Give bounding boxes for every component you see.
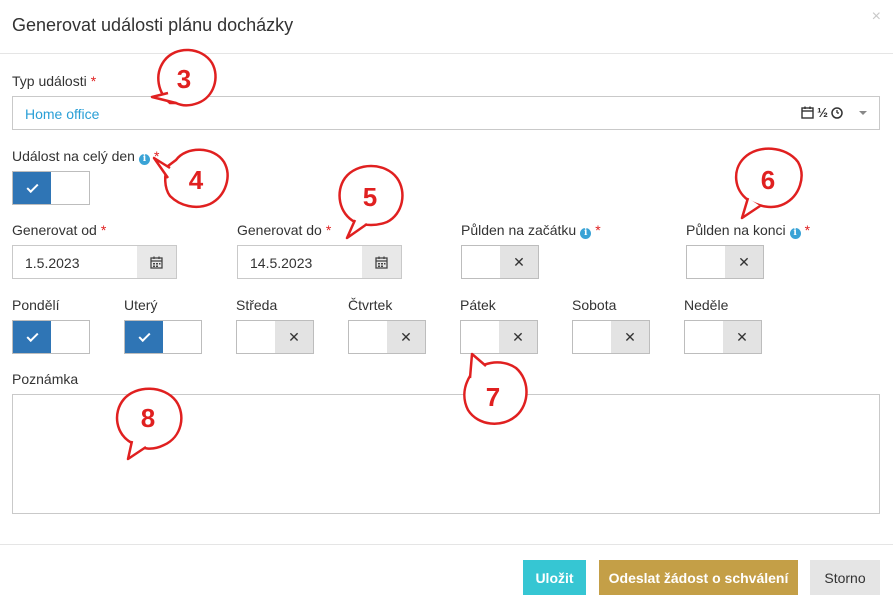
date-from-label-text: Generovat od [12, 222, 97, 238]
event-type-select[interactable]: Home office ½ [12, 96, 880, 130]
callout-4-number: 4 [189, 165, 204, 195]
event-type-icons: ½ [801, 105, 843, 120]
cancel-button[interactable]: Storno [810, 560, 880, 595]
callout-3-number: 3 [177, 64, 191, 94]
required-mark: * [595, 222, 601, 238]
calendar-icon [150, 256, 163, 269]
event-type-label: Typ události * [12, 73, 96, 89]
save-button[interactable]: Uložit [523, 560, 586, 595]
day-label-wednesday: Středa [236, 297, 278, 313]
half-day-start-label-text: Půlden na začátku [461, 222, 577, 238]
day-toggle-sunday[interactable]: ✕ [684, 320, 762, 354]
calendar-icon [801, 106, 814, 119]
half-day-end-label-text: Půlden na konci [686, 222, 786, 238]
day-toggle-thursday[interactable]: ✕ [348, 320, 426, 354]
callout-6: 6 [728, 144, 808, 224]
close-icon: ✕ [725, 246, 763, 278]
close-icon: ✕ [387, 321, 425, 353]
date-from-calendar-button[interactable] [137, 245, 177, 279]
dialog-title: Generovat události plánu docházky [12, 15, 294, 35]
day-toggle-wednesday[interactable]: ✕ [236, 320, 314, 354]
required-mark: * [153, 148, 160, 164]
date-from-label: Generovat od * [12, 222, 106, 238]
day-toggle-friday[interactable]: ✕ [460, 320, 538, 354]
day-label-tuesday: Uterý [124, 297, 158, 313]
required-mark: * [90, 73, 97, 89]
close-icon[interactable]: × [872, 8, 881, 26]
day-label-sunday: Neděle [684, 297, 729, 313]
date-from-value: 1.5.2023 [25, 255, 80, 271]
half-day-end-toggle[interactable]: ✕ [686, 245, 764, 279]
info-icon[interactable]: i [138, 154, 150, 165]
close-icon: ✕ [500, 246, 538, 278]
day-toggle-tuesday[interactable] [124, 320, 202, 354]
info-icon[interactable]: i [580, 228, 592, 239]
required-mark: * [100, 222, 107, 238]
clock-icon [831, 106, 843, 119]
all-day-label: Událost na celý den i * [12, 148, 159, 165]
all-day-toggle[interactable] [12, 171, 90, 205]
day-label-monday: Pondělí [12, 297, 60, 313]
date-to-label: Generovat do * [237, 222, 331, 238]
callout-5: 5 [333, 162, 408, 242]
footer-divider [0, 544, 893, 545]
half-day-icon: ½ [817, 105, 828, 120]
note-label: Poznámka [12, 371, 79, 387]
half-day-end-label: Půlden na konci i * [686, 222, 810, 239]
date-to-input[interactable]: 14.5.2023 [237, 245, 363, 279]
note-textarea[interactable] [12, 394, 880, 514]
day-toggle-saturday[interactable]: ✕ [572, 320, 650, 354]
date-to-calendar-button[interactable] [362, 245, 402, 279]
half-day-start-label: Půlden na začátku i * [461, 222, 601, 239]
close-icon: ✕ [499, 321, 537, 353]
date-to-label-text: Generovat do [237, 222, 322, 238]
callout-5-number: 5 [363, 182, 377, 212]
header-divider [0, 53, 893, 54]
callout-6-number: 6 [761, 165, 775, 195]
event-type-label-text: Typ události [12, 73, 87, 89]
chevron-down-icon[interactable] [859, 111, 867, 115]
day-label-saturday: Sobota [572, 297, 617, 313]
close-icon: ✕ [723, 321, 761, 353]
day-label-thursday: Čtvrtek [348, 297, 393, 313]
callout-4: 4 [152, 144, 232, 214]
calendar-icon [375, 256, 388, 269]
send-for-approval-button[interactable]: Odeslat žádost o schválení [599, 560, 798, 595]
event-type-value: Home office [25, 106, 100, 122]
close-icon: ✕ [275, 321, 313, 353]
required-mark: * [325, 222, 332, 238]
day-label-friday: Pátek [460, 297, 496, 313]
check-icon [13, 172, 51, 204]
close-icon: ✕ [611, 321, 649, 353]
required-mark: * [804, 222, 811, 238]
info-icon[interactable]: i [789, 228, 801, 239]
date-from-input[interactable]: 1.5.2023 [12, 245, 138, 279]
date-to-value: 14.5.2023 [250, 255, 313, 271]
check-icon [125, 321, 163, 353]
half-day-start-toggle[interactable]: ✕ [461, 245, 539, 279]
all-day-label-text: Událost na celý den [12, 148, 135, 164]
check-icon [13, 321, 51, 353]
day-toggle-monday[interactable] [12, 320, 90, 354]
